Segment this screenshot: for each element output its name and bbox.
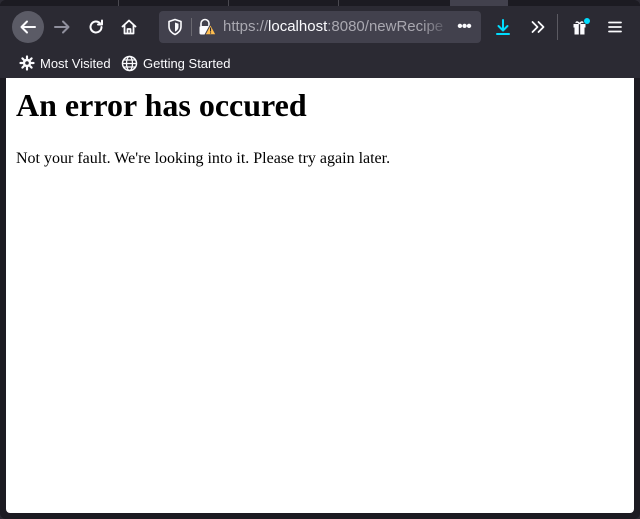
arrow-left-icon <box>20 20 36 34</box>
back-button[interactable] <box>12 11 44 43</box>
toolbar-separator <box>557 14 558 40</box>
app-menu-button[interactable] <box>600 12 630 42</box>
url-scheme: https:// <box>223 18 269 35</box>
page-actions-button[interactable]: ••• <box>453 17 475 37</box>
gift-icon <box>573 18 590 35</box>
bookmark-label: Most Visited <box>40 55 111 71</box>
navigation-toolbar: https://localhost:8080/newRecipe ••• <box>0 6 640 48</box>
hamburger-menu-icon <box>608 21 622 33</box>
bookmark-getting-started[interactable]: Getting Started <box>121 52 230 74</box>
arrow-right-icon <box>54 20 70 34</box>
reload-icon <box>89 19 103 34</box>
error-message: Not your fault. We're looking into it. P… <box>16 150 391 167</box>
forward-button[interactable] <box>47 12 77 42</box>
url-text[interactable]: https://localhost:8080/newRecipe <box>223 18 451 36</box>
globe-icon <box>121 55 138 71</box>
url-bar[interactable]: https://localhost:8080/newRecipe ••• <box>159 11 481 43</box>
url-divider <box>191 18 192 36</box>
home-button[interactable] <box>114 12 144 42</box>
page-content: An error has occured Not your fault. We'… <box>6 78 634 513</box>
downloads-button[interactable] <box>488 12 518 42</box>
bookmarks-toolbar: Most Visited Getting Started <box>0 48 640 78</box>
url-host: localhost <box>268 18 328 35</box>
gear-icon <box>19 55 35 71</box>
reload-button[interactable] <box>81 12 111 42</box>
download-icon <box>496 19 510 35</box>
whats-new-button[interactable] <box>566 12 596 42</box>
bookmark-label: Getting Started <box>143 55 231 71</box>
bookmark-most-visited[interactable]: Most Visited <box>19 52 111 74</box>
page-title: An error has occured <box>16 87 307 123</box>
overflow-menu-button[interactable] <box>523 12 553 42</box>
home-icon <box>121 19 137 35</box>
lock-warning-icon[interactable] <box>197 18 217 41</box>
shield-icon[interactable] <box>167 18 183 41</box>
url-fade <box>421 11 451 43</box>
chevron-double-right-icon <box>531 21 545 33</box>
browser-window: https://localhost:8080/newRecipe ••• Mos… <box>0 0 640 519</box>
